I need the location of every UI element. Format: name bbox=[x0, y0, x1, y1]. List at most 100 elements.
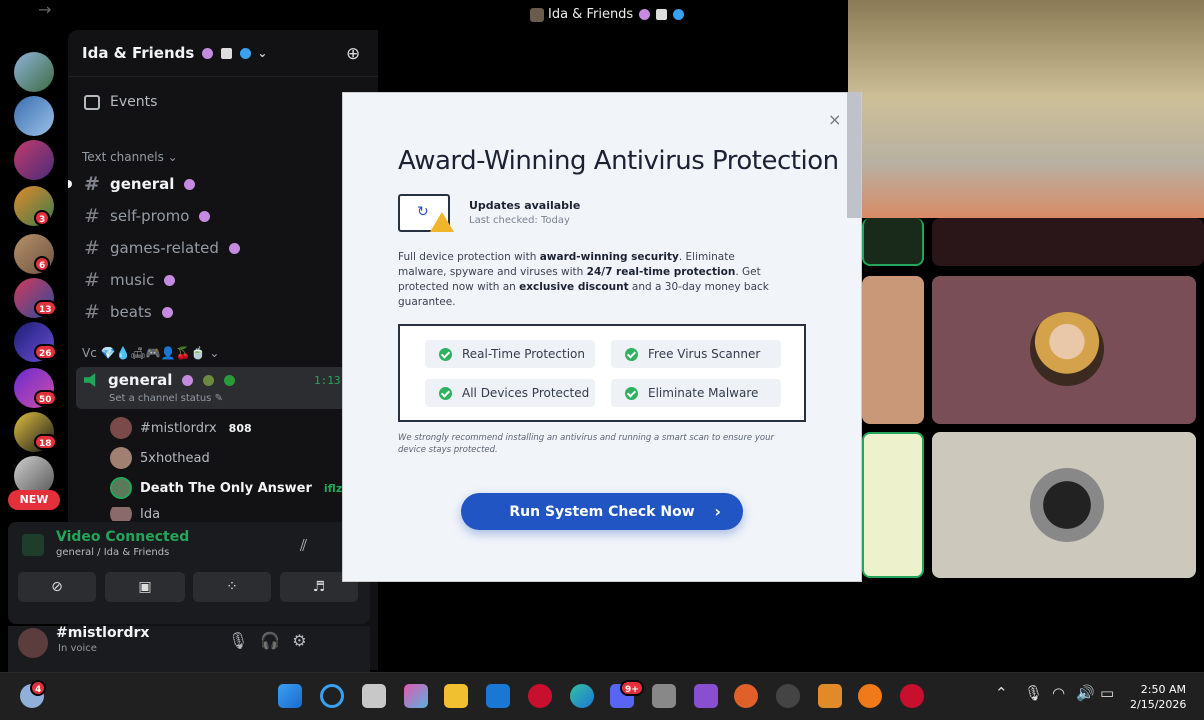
feature-item: All Devices Protected bbox=[425, 379, 595, 407]
server-icon-2[interactable] bbox=[14, 96, 54, 136]
chevron-up-icon[interactable]: ⌃ bbox=[995, 684, 1008, 702]
camera-icon[interactable] bbox=[652, 684, 676, 708]
droplet-emoji-icon bbox=[240, 47, 252, 59]
video-grid bbox=[848, 0, 1204, 672]
discord-badge: 9+ bbox=[620, 680, 644, 696]
sparkle-emoji-icon bbox=[184, 178, 196, 190]
outlook-icon[interactable] bbox=[486, 684, 510, 708]
title-bar bbox=[0, 0, 848, 30]
copilot-icon[interactable] bbox=[404, 684, 428, 708]
app-icon[interactable] bbox=[776, 684, 800, 708]
popup-description: Full device protection with award-winnin… bbox=[398, 250, 778, 310]
screen-share-button[interactable]: ▣ bbox=[105, 572, 185, 602]
user-status: In voice bbox=[58, 643, 97, 654]
category-voice[interactable]: Vc 💎💧🛋🎮👤🍒🍵 ⌄ bbox=[82, 346, 219, 360]
headphones-icon[interactable]: 🎧 bbox=[260, 631, 280, 650]
voice-user[interactable]: Death The Only Answer iflze bbox=[110, 477, 350, 499]
server-icon-1[interactable] bbox=[14, 52, 54, 92]
voice-connected-title[interactable]: Video Connected bbox=[56, 529, 189, 545]
avatar bbox=[110, 507, 132, 521]
scrollbar[interactable] bbox=[847, 92, 861, 218]
category-text-channels[interactable]: Text channels ⌄ bbox=[82, 150, 178, 164]
events-label: Events bbox=[110, 94, 158, 110]
video-tile[interactable] bbox=[932, 218, 1204, 266]
window-title: Ida & Friends bbox=[530, 7, 685, 22]
channel-music[interactable]: # music bbox=[84, 269, 176, 291]
noise-suppression-icon[interactable]: ⫽ bbox=[300, 536, 307, 556]
channel-games-related[interactable]: # games-related bbox=[84, 237, 240, 259]
feature-label: Free Virus Scanner bbox=[648, 347, 761, 361]
user-tag: 808 bbox=[228, 421, 252, 435]
run-system-check-button[interactable]: Run System Check Now › bbox=[461, 493, 743, 530]
task-view-icon[interactable] bbox=[362, 684, 386, 708]
video-tile[interactable] bbox=[862, 218, 924, 266]
camera-off-button[interactable]: ⊘ bbox=[18, 572, 96, 602]
video-tile-user[interactable] bbox=[932, 432, 1196, 578]
add-member-icon[interactable]: ⊕ bbox=[346, 44, 360, 64]
calendar-icon bbox=[84, 94, 100, 110]
unread-badge: 50 bbox=[34, 390, 57, 406]
video-tile-room[interactable] bbox=[848, 0, 1204, 218]
video-tile[interactable] bbox=[862, 276, 924, 424]
firefox-icon[interactable] bbox=[858, 684, 882, 708]
channel-general[interactable]: # general bbox=[84, 173, 196, 195]
search-icon[interactable] bbox=[320, 684, 344, 708]
voice-user[interactable]: 5xhothead bbox=[110, 447, 210, 469]
opera-icon[interactable] bbox=[528, 684, 552, 708]
voice-connected-subtitle[interactable]: general / Ida & Friends bbox=[56, 547, 169, 558]
back-arrow-icon[interactable]: ← bbox=[14, 0, 27, 19]
feature-item: Eliminate Malware bbox=[611, 379, 781, 407]
clipchamp-icon[interactable] bbox=[694, 684, 718, 708]
signal-icon[interactable] bbox=[22, 534, 44, 556]
hash-icon: # bbox=[84, 269, 100, 291]
edge-icon[interactable] bbox=[570, 684, 594, 708]
inbox-emoji-icon bbox=[656, 9, 668, 20]
microphone-icon[interactable]: 🎙 bbox=[1024, 684, 1043, 702]
voice-channel-general[interactable]: general bbox=[84, 371, 236, 389]
app-icon[interactable] bbox=[734, 684, 758, 708]
check-icon bbox=[439, 386, 452, 400]
voice-user[interactable]: #mistlordrx 808 bbox=[110, 417, 252, 439]
voice-user[interactable]: Ida bbox=[110, 507, 160, 521]
clock[interactable]: 2:50 AM 2/15/2026 bbox=[1130, 682, 1186, 712]
avatar bbox=[1030, 468, 1104, 542]
channel-self-promo[interactable]: # self-promo bbox=[84, 205, 211, 227]
channel-status-text: Set a channel status bbox=[109, 393, 212, 404]
video-tile-user[interactable] bbox=[932, 276, 1196, 424]
check-icon bbox=[625, 386, 638, 400]
button-label: Run System Check Now bbox=[509, 503, 695, 520]
start-icon[interactable] bbox=[278, 684, 302, 708]
unread-badge: 26 bbox=[34, 344, 57, 360]
events-item[interactable]: Events bbox=[84, 94, 157, 110]
avatar bbox=[110, 447, 132, 469]
channel-label: games-related bbox=[110, 239, 219, 257]
feature-item: Free Virus Scanner bbox=[611, 340, 781, 368]
wifi-icon[interactable]: ◠ bbox=[1052, 684, 1065, 702]
username[interactable]: #mistlordrx bbox=[56, 625, 149, 641]
channel-beats[interactable]: # beats bbox=[84, 301, 173, 323]
voice-timer: 1:13 bbox=[314, 374, 341, 387]
user-avatar[interactable] bbox=[18, 628, 48, 658]
gear-icon[interactable]: ⚙ bbox=[292, 631, 306, 650]
channel-label: self-promo bbox=[110, 207, 190, 225]
volume-icon[interactable]: 🔊 bbox=[1076, 684, 1095, 702]
battery-icon[interactable]: ▭ bbox=[1100, 684, 1114, 702]
fl-studio-icon[interactable] bbox=[818, 684, 842, 708]
server-header[interactable]: Ida & Friends ⌄ bbox=[82, 44, 267, 62]
file-explorer-icon[interactable] bbox=[444, 684, 468, 708]
server-icon-3[interactable] bbox=[14, 140, 54, 180]
opera-gx-icon[interactable] bbox=[900, 684, 924, 708]
hash-icon: # bbox=[84, 237, 100, 259]
new-unreads-pill[interactable]: NEW bbox=[8, 490, 60, 510]
sparkle-emoji-icon bbox=[639, 9, 651, 20]
activities-button[interactable]: ⁘ bbox=[193, 572, 271, 602]
channel-label: beats bbox=[110, 303, 152, 321]
microphone-icon[interactable]: 🎙 bbox=[228, 631, 248, 650]
video-tile[interactable] bbox=[862, 432, 924, 578]
recommendation-note: We strongly recommend installing an anti… bbox=[398, 433, 774, 455]
forward-arrow-icon[interactable]: → bbox=[38, 0, 51, 19]
voice-user-name: 5xhothead bbox=[140, 450, 210, 466]
close-icon[interactable]: × bbox=[828, 110, 841, 129]
voice-user-name: Death The Only Answer bbox=[140, 480, 312, 496]
channel-status[interactable]: Set a channel status ✎ bbox=[109, 393, 223, 404]
